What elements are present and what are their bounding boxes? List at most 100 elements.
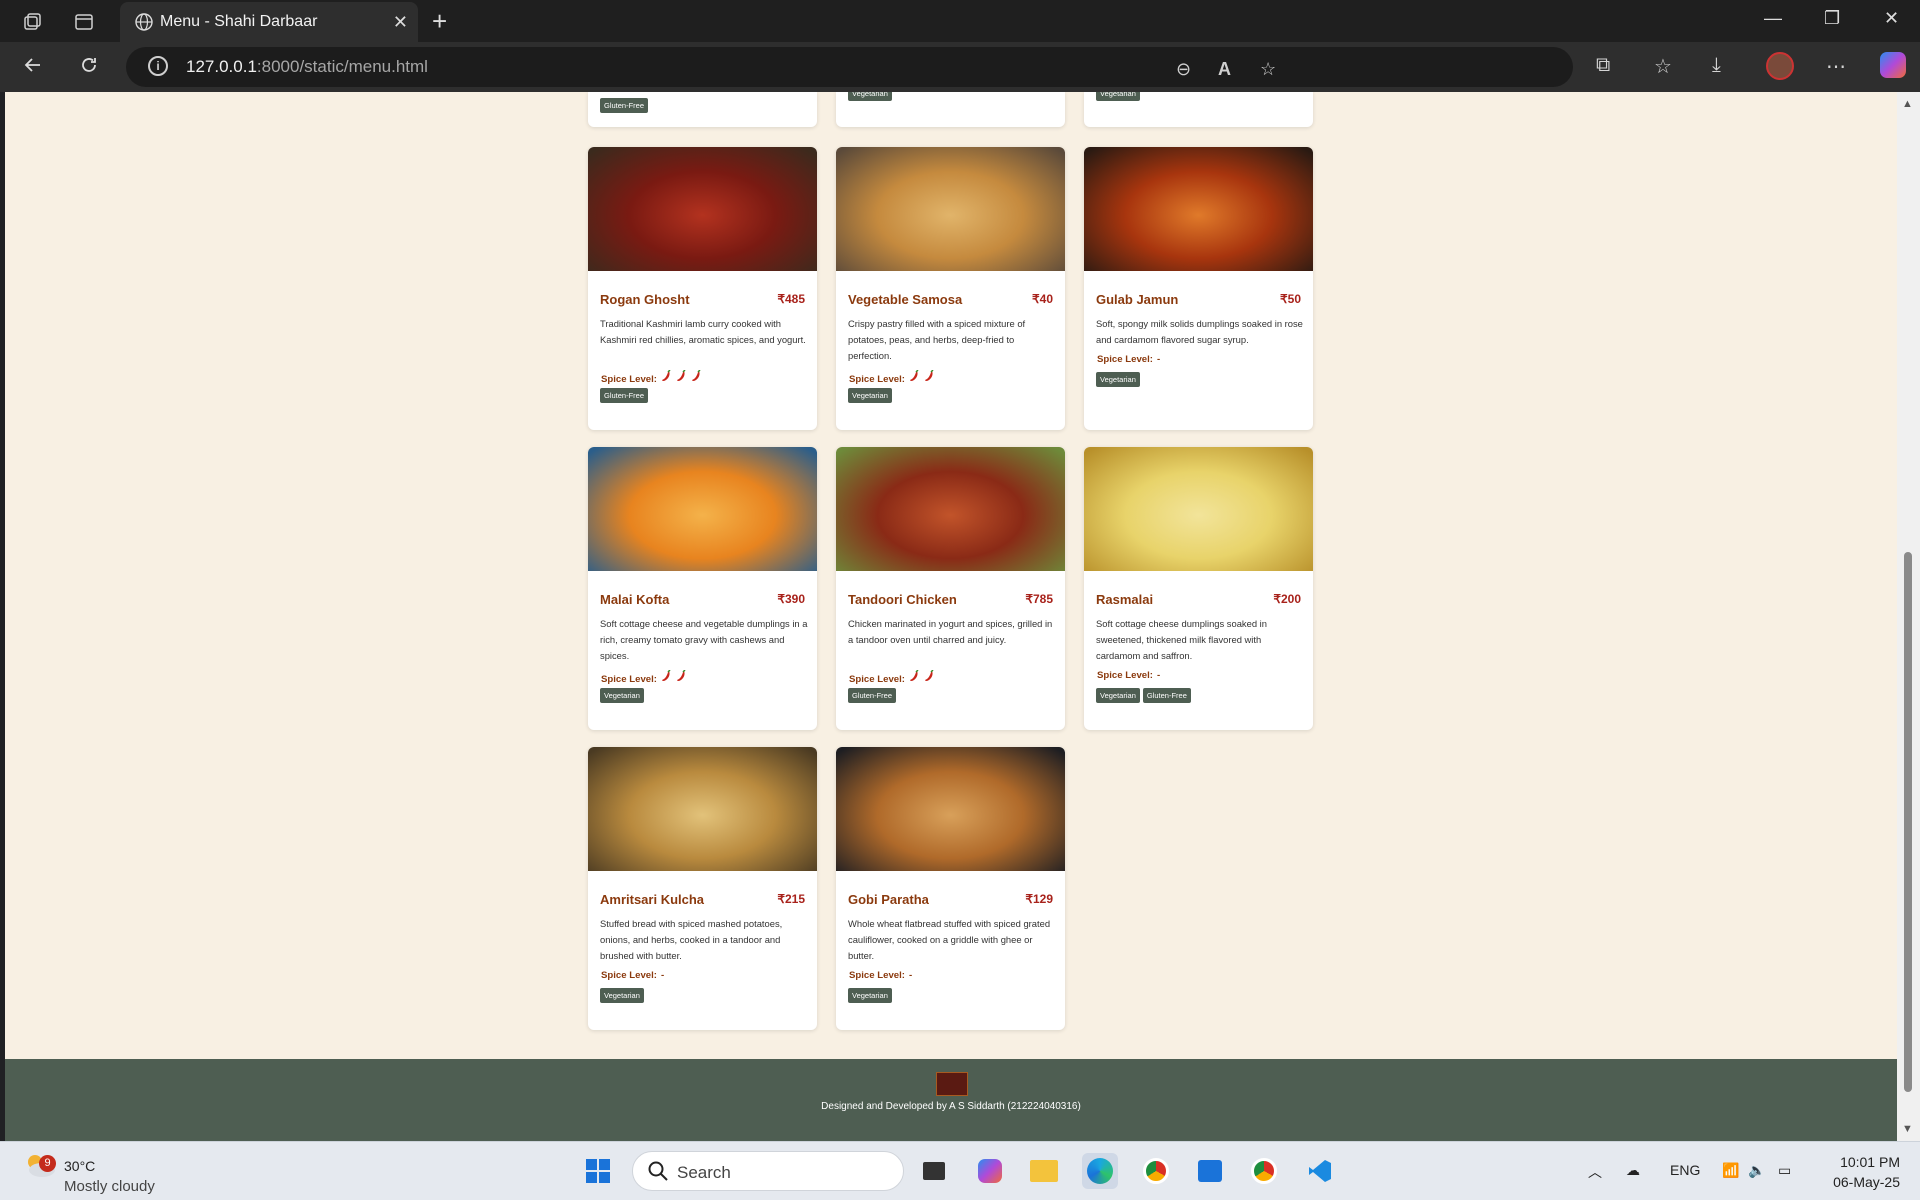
spice-level-label: Spice Level: <box>849 674 905 685</box>
dish-name: Gobi Paratha <box>848 892 929 907</box>
tag-badge: Vegetarian <box>848 92 892 101</box>
taskbar: 9 30°C Mostly cloudy Search ︿ ☁ ENG 📶 🔈 … <box>0 1141 1920 1200</box>
menu-card: Malai Kofta ₹390 Soft cottage cheese and v… <box>588 447 817 730</box>
favorite-star-icon[interactable]: ☆ <box>1260 59 1276 80</box>
dish-image <box>1084 147 1313 271</box>
dish-tags: Vegetarian <box>848 988 892 1003</box>
weather-temp: 30°C <box>64 1158 96 1174</box>
chili-icon <box>924 669 935 685</box>
volume-icon[interactable]: 🔈 <box>1748 1162 1765 1179</box>
dish-tags: Gluten-Free <box>848 688 897 703</box>
language-indicator[interactable]: ENG <box>1670 1162 1700 1178</box>
tag-badge: Vegetarian <box>1096 372 1140 387</box>
site-footer: Designed and Developed by A S Siddarth (… <box>5 1059 1897 1141</box>
tag-badge: Vegetarian <box>1096 688 1140 703</box>
back-icon[interactable] <box>22 54 44 82</box>
chili-icon <box>691 369 702 385</box>
spice-level: Spice Level: <box>849 669 935 685</box>
dish-price: ₹50 <box>1280 292 1301 306</box>
dish-description: Traditional Kashmiri lamb curry cooked w… <box>600 318 806 345</box>
dish-name: Amritsari Kulcha <box>600 892 705 907</box>
dish-name: Malai Kofta <box>600 592 670 607</box>
wifi-icon[interactable]: 📶 <box>1722 1162 1739 1179</box>
chili-icon <box>909 669 920 685</box>
spice-level: Spice Level: - <box>849 970 912 981</box>
window-close-icon[interactable]: ✕ <box>1884 8 1899 29</box>
tab-active[interactable]: Menu - Shahi Darbaar ✕ <box>120 2 418 42</box>
chrome-icon[interactable] <box>1246 1153 1282 1189</box>
dish-name: Rogan Ghosht <box>600 292 690 307</box>
scroll-down-icon[interactable]: ▼ <box>1902 1123 1913 1135</box>
spice-level-label: Spice Level: <box>849 970 905 981</box>
dish-image <box>588 747 817 871</box>
close-tab-icon[interactable]: ✕ <box>393 12 408 33</box>
extensions-icon[interactable]: ⧉ <box>1596 54 1610 77</box>
start-icon[interactable] <box>580 1153 616 1189</box>
chili-icon <box>661 669 672 685</box>
dish-tags: Vegetarian <box>848 388 892 403</box>
spice-level: Spice Level: - <box>1097 354 1160 365</box>
site-info-icon[interactable]: i <box>148 56 168 76</box>
dish-description: Crispy pastry filled with a spiced mixtu… <box>848 318 1026 361</box>
dish-price: ₹215 <box>777 892 805 906</box>
tag-badge: Vegetarian <box>848 988 892 1003</box>
tag-badge: Vegetarian <box>600 688 644 703</box>
file-explorer-icon[interactable] <box>1026 1153 1062 1189</box>
tab-actions-icon[interactable] <box>70 8 98 36</box>
spice-none: - <box>909 970 913 981</box>
tag-badge: Vegetarian <box>848 388 892 403</box>
new-tab-button[interactable]: + <box>432 6 447 37</box>
battery-icon[interactable]: ▭ <box>1778 1162 1791 1179</box>
weather-widget[interactable]: 9 30°C Mostly cloudy <box>22 1150 155 1195</box>
tag-badge: Gluten-Free <box>1142 688 1191 703</box>
menu-card: Gobi Paratha ₹129 Whole wheat flatbread st… <box>836 747 1065 1030</box>
taskbar-search[interactable]: Search <box>632 1151 904 1191</box>
tab-bar: Menu - Shahi Darbaar ✕ + — ❐ ✕ <box>0 0 1920 42</box>
reload-icon[interactable] <box>78 54 100 82</box>
weather-condition: Mostly cloudy <box>64 1178 155 1195</box>
tray-overflow-icon[interactable]: ︿ <box>1588 1162 1602 1182</box>
chili-icon <box>676 669 687 685</box>
dish-price: ₹129 <box>1025 892 1053 906</box>
restore-icon[interactable]: ❐ <box>1824 8 1840 29</box>
chrome-dev-icon[interactable] <box>1138 1153 1174 1189</box>
zoom-out-icon[interactable]: ⊖ <box>1176 59 1191 80</box>
dish-name: Tandoori Chicken <box>848 592 957 607</box>
system-clock[interactable]: 10:01 PM 06-May-25 <box>1833 1152 1900 1192</box>
vscode-icon[interactable] <box>1302 1153 1338 1189</box>
scrollbar-thumb[interactable] <box>1904 552 1912 1092</box>
menu-card: Amritsari Kulcha ₹215 Stuffed bread with s… <box>588 747 817 1030</box>
menu-card: Gulab Jamun ₹50 Soft, spongy milk solids d… <box>1084 147 1313 430</box>
profile-avatar[interactable] <box>1766 52 1794 80</box>
chili-icon <box>909 369 920 385</box>
copilot-app-icon[interactable] <box>972 1153 1008 1189</box>
weather-alert-badge: 9 <box>39 1155 56 1172</box>
more-menu-icon[interactable]: ⋯ <box>1826 54 1846 79</box>
address-bar[interactable]: i 127.0.0.1:8000/static/menu.html ⊖ A ☆ <box>126 47 1573 87</box>
toolbar: i 127.0.0.1:8000/static/menu.html ⊖ A ☆ … <box>0 42 1920 92</box>
spice-level: Spice Level: - <box>601 970 664 981</box>
spice-none: - <box>1157 354 1161 365</box>
tag-badge: Gluten-Free <box>600 388 649 403</box>
workspaces-icon[interactable] <box>18 8 46 36</box>
chili-icon <box>676 369 687 385</box>
dish-description: Chicken marinated in yogurt and spices, … <box>848 618 1053 645</box>
copilot-icon[interactable] <box>1880 52 1906 78</box>
dish-tags: Vegetarian Gluten-Free <box>1096 688 1191 703</box>
spice-level: Spice Level: - <box>1097 670 1160 681</box>
minimize-icon[interactable]: — <box>1764 8 1782 29</box>
scroll-up-icon[interactable]: ▲ <box>1902 98 1913 110</box>
downloads-icon[interactable]: ⤓ <box>1712 54 1721 77</box>
edge-icon[interactable] <box>1082 1153 1118 1189</box>
read-aloud-icon[interactable]: A <box>1218 59 1231 80</box>
task-view-icon[interactable] <box>916 1153 952 1189</box>
dish-description: Soft cottage cheese and vegetable dumpli… <box>600 618 808 661</box>
spice-none: - <box>661 970 665 981</box>
onedrive-icon[interactable]: ☁ <box>1626 1162 1640 1179</box>
menu-card-partial: Gluten-Free <box>588 92 817 127</box>
store-icon[interactable] <box>1192 1153 1228 1189</box>
dish-description: Soft, spongy milk solids dumplings soake… <box>1096 318 1303 345</box>
favorites-icon[interactable]: ☆ <box>1654 54 1672 79</box>
dish-description: Soft cottage cheese dumplings soaked in … <box>1096 618 1267 661</box>
page-scrollbar[interactable]: ▲ ▼ <box>1897 92 1920 1141</box>
